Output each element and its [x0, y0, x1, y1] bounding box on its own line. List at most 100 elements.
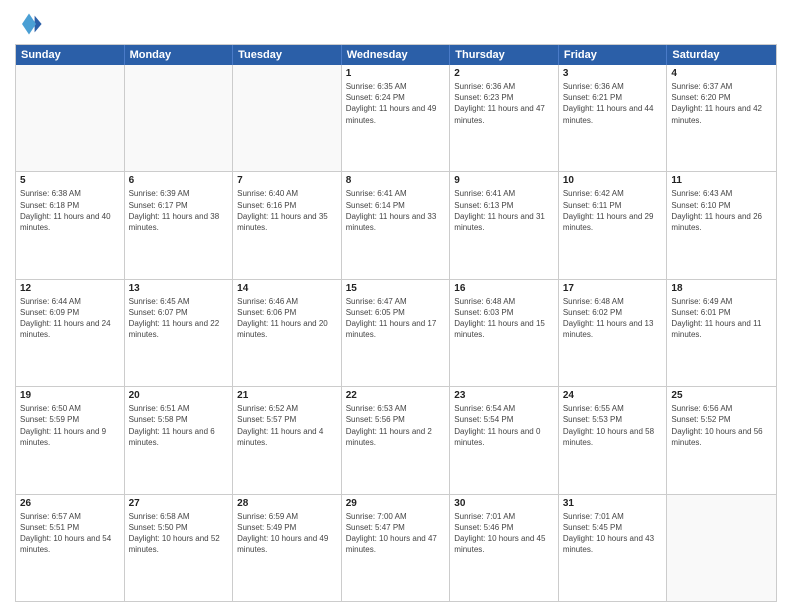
header-cell-sunday: Sunday	[16, 45, 125, 65]
calendar-cell: 24Sunrise: 6:55 AM Sunset: 5:53 PM Dayli…	[559, 387, 668, 493]
day-info: Sunrise: 6:38 AM Sunset: 6:18 PM Dayligh…	[20, 188, 120, 233]
calendar-cell: 10Sunrise: 6:42 AM Sunset: 6:11 PM Dayli…	[559, 172, 668, 278]
calendar-cell: 25 Sunrise: 6:56 AM Sunset: 5:52 PM Dayli…	[667, 387, 776, 493]
day-info: Sunrise: 6:48 AM Sunset: 6:03 PM Dayligh…	[454, 296, 554, 341]
calendar-cell: 13 Sunrise: 6:45 AM Sunset: 6:07 PM Dayli…	[125, 280, 234, 386]
day-info: Sunrise: 6:57 AM Sunset: 5:51 PM Dayligh…	[20, 511, 120, 556]
day-number: 19	[20, 390, 120, 401]
day-number: 15	[346, 283, 446, 294]
day-number: 17	[563, 283, 663, 294]
day-info: Sunrise: 6:50 AM Sunset: 5:59 PM Dayligh…	[20, 403, 120, 448]
day-info: Sunrise: 6:49 AM Sunset: 6:01 PM Dayligh…	[671, 296, 772, 341]
day-info: Sunrise: 6:44 AM Sunset: 6:09 PM Dayligh…	[20, 296, 120, 341]
day-info: Sunrise: 6:59 AM Sunset: 5:49 PM Dayligh…	[237, 511, 337, 556]
day-number: 11	[671, 175, 772, 186]
day-info: Sunrise: 6:48 AM Sunset: 6:02 PM Dayligh…	[563, 296, 663, 341]
day-info: Sunrise: 6:37 AM Sunset: 6:20 PM Dayligh…	[671, 81, 772, 126]
day-info: Sunrise: 6:35 AM Sunset: 6:24 PM Dayligh…	[346, 81, 446, 126]
logo	[15, 10, 47, 38]
day-info: Sunrise: 6:39 AM Sunset: 6:17 PM Dayligh…	[129, 188, 229, 233]
day-number: 30	[454, 498, 554, 509]
day-info: Sunrise: 7:01 AM Sunset: 5:45 PM Dayligh…	[563, 511, 663, 556]
calendar-cell: 8 Sunrise: 6:41 AM Sunset: 6:14 PM Daylig…	[342, 172, 451, 278]
calendar-cell: 22 Sunrise: 6:53 AM Sunset: 5:56 PM Dayli…	[342, 387, 451, 493]
day-info: Sunrise: 6:55 AM Sunset: 5:53 PM Dayligh…	[563, 403, 663, 448]
day-number: 28	[237, 498, 337, 509]
calendar-row-2: 12 Sunrise: 6:44 AM Sunset: 6:09 PM Dayli…	[16, 280, 776, 387]
header-cell-friday: Friday	[559, 45, 668, 65]
day-number: 21	[237, 390, 337, 401]
calendar-cell: 16 Sunrise: 6:48 AM Sunset: 6:03 PM Dayli…	[450, 280, 559, 386]
header-cell-wednesday: Wednesday	[342, 45, 451, 65]
day-number: 23	[454, 390, 554, 401]
calendar-cell	[667, 495, 776, 601]
calendar-cell: 9Sunrise: 6:41 AM Sunset: 6:13 PM Daylig…	[450, 172, 559, 278]
day-info: Sunrise: 6:46 AM Sunset: 6:06 PM Dayligh…	[237, 296, 337, 341]
day-number: 13	[129, 283, 229, 294]
calendar-cell: 1 Sunrise: 6:35 AM Sunset: 6:24 PM Daylig…	[342, 65, 451, 171]
calendar-cell	[125, 65, 234, 171]
calendar-cell: 4 Sunrise: 6:37 AM Sunset: 6:20 PM Daylig…	[667, 65, 776, 171]
day-info: Sunrise: 6:36 AM Sunset: 6:23 PM Dayligh…	[454, 81, 554, 126]
day-number: 7	[237, 175, 337, 186]
day-info: Sunrise: 7:01 AM Sunset: 5:46 PM Dayligh…	[454, 511, 554, 556]
calendar-cell: 30 Sunrise: 7:01 AM Sunset: 5:46 PM Dayli…	[450, 495, 559, 601]
day-info: Sunrise: 7:00 AM Sunset: 5:47 PM Dayligh…	[346, 511, 446, 556]
day-info: Sunrise: 6:54 AM Sunset: 5:54 PM Dayligh…	[454, 403, 554, 448]
calendar-cell: 6Sunrise: 6:39 AM Sunset: 6:17 PM Daylig…	[125, 172, 234, 278]
day-number: 31	[563, 498, 663, 509]
calendar-cell: 14Sunrise: 6:46 AM Sunset: 6:06 PM Dayli…	[233, 280, 342, 386]
calendar-cell: 21 Sunrise: 6:52 AM Sunset: 5:57 PM Dayli…	[233, 387, 342, 493]
calendar-cell: 5 Sunrise: 6:38 AM Sunset: 6:18 PM Daylig…	[16, 172, 125, 278]
logo-icon	[15, 10, 43, 38]
day-number: 27	[129, 498, 229, 509]
calendar-row-1: 5 Sunrise: 6:38 AM Sunset: 6:18 PM Daylig…	[16, 172, 776, 279]
day-info: Sunrise: 6:47 AM Sunset: 6:05 PM Dayligh…	[346, 296, 446, 341]
day-number: 29	[346, 498, 446, 509]
day-number: 25	[671, 390, 772, 401]
day-number: 20	[129, 390, 229, 401]
day-info: Sunrise: 6:58 AM Sunset: 5:50 PM Dayligh…	[129, 511, 229, 556]
day-info: Sunrise: 6:43 AM Sunset: 6:10 PM Dayligh…	[671, 188, 772, 233]
day-number: 26	[20, 498, 120, 509]
day-number: 22	[346, 390, 446, 401]
calendar-cell: 23 Sunrise: 6:54 AM Sunset: 5:54 PM Dayli…	[450, 387, 559, 493]
day-info: Sunrise: 6:52 AM Sunset: 5:57 PM Dayligh…	[237, 403, 337, 448]
calendar-cell: 15 Sunrise: 6:47 AM Sunset: 6:05 PM Dayli…	[342, 280, 451, 386]
day-info: Sunrise: 6:41 AM Sunset: 6:13 PM Dayligh…	[454, 188, 554, 233]
day-info: Sunrise: 6:41 AM Sunset: 6:14 PM Dayligh…	[346, 188, 446, 233]
day-number: 16	[454, 283, 554, 294]
calendar-cell: 27 Sunrise: 6:58 AM Sunset: 5:50 PM Dayli…	[125, 495, 234, 601]
calendar-body: 1 Sunrise: 6:35 AM Sunset: 6:24 PM Daylig…	[16, 65, 776, 601]
day-number: 8	[346, 175, 446, 186]
calendar-row-4: 26 Sunrise: 6:57 AM Sunset: 5:51 PM Dayli…	[16, 495, 776, 601]
day-info: Sunrise: 6:56 AM Sunset: 5:52 PM Dayligh…	[671, 403, 772, 448]
page: SundayMondayTuesdayWednesdayThursdayFrid…	[0, 0, 792, 612]
header-cell-saturday: Saturday	[667, 45, 776, 65]
calendar-cell: 19 Sunrise: 6:50 AM Sunset: 5:59 PM Dayli…	[16, 387, 125, 493]
calendar-header: SundayMondayTuesdayWednesdayThursdayFrid…	[16, 45, 776, 65]
header-cell-monday: Monday	[125, 45, 234, 65]
day-info: Sunrise: 6:45 AM Sunset: 6:07 PM Dayligh…	[129, 296, 229, 341]
calendar-cell: 31 Sunrise: 7:01 AM Sunset: 5:45 PM Dayli…	[559, 495, 668, 601]
day-number: 12	[20, 283, 120, 294]
calendar-cell: 28 Sunrise: 6:59 AM Sunset: 5:49 PM Dayli…	[233, 495, 342, 601]
day-number: 18	[671, 283, 772, 294]
day-number: 5	[20, 175, 120, 186]
calendar-cell	[16, 65, 125, 171]
calendar-cell	[233, 65, 342, 171]
calendar-cell: 12 Sunrise: 6:44 AM Sunset: 6:09 PM Dayli…	[16, 280, 125, 386]
calendar-cell: 18 Sunrise: 6:49 AM Sunset: 6:01 PM Dayli…	[667, 280, 776, 386]
calendar-cell: 7 Sunrise: 6:40 AM Sunset: 6:16 PM Daylig…	[233, 172, 342, 278]
calendar-row-3: 19 Sunrise: 6:50 AM Sunset: 5:59 PM Dayli…	[16, 387, 776, 494]
calendar-cell: 17 Sunrise: 6:48 AM Sunset: 6:02 PM Dayli…	[559, 280, 668, 386]
day-number: 1	[346, 68, 446, 79]
day-number: 4	[671, 68, 772, 79]
calendar-cell: 26 Sunrise: 6:57 AM Sunset: 5:51 PM Dayli…	[16, 495, 125, 601]
header-cell-tuesday: Tuesday	[233, 45, 342, 65]
calendar-cell: 11 Sunrise: 6:43 AM Sunset: 6:10 PM Dayli…	[667, 172, 776, 278]
day-info: Sunrise: 6:53 AM Sunset: 5:56 PM Dayligh…	[346, 403, 446, 448]
calendar-cell: 3Sunrise: 6:36 AM Sunset: 6:21 PM Daylig…	[559, 65, 668, 171]
day-number: 2	[454, 68, 554, 79]
day-info: Sunrise: 6:40 AM Sunset: 6:16 PM Dayligh…	[237, 188, 337, 233]
